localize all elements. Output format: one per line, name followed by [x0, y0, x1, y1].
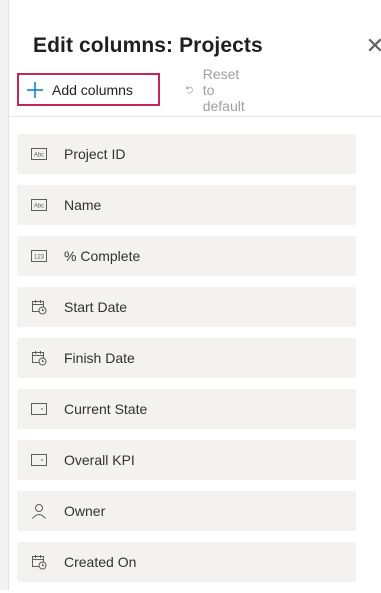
- column-label: Name: [64, 197, 102, 213]
- column-item-start-date[interactable]: Start Date: [17, 287, 356, 327]
- column-label: Current State: [64, 401, 148, 417]
- svg-text:123: 123: [34, 255, 45, 261]
- column-label: Project ID: [64, 146, 126, 162]
- number-type-icon: 123: [29, 246, 49, 266]
- calendar-clock-icon: [29, 348, 49, 368]
- choice-type-icon: [29, 399, 49, 419]
- undo-icon: [186, 86, 193, 94]
- column-item-created-on[interactable]: Created On: [17, 542, 356, 582]
- column-item-overall-kpi[interactable]: Overall KPI: [17, 440, 356, 480]
- column-label: Overall KPI: [64, 452, 135, 468]
- edit-columns-panel: Edit columns: Projects ✕ Add columns Res…: [9, 0, 381, 590]
- plus-icon: [27, 81, 43, 98]
- calendar-clock-icon: [29, 552, 49, 572]
- column-item-percent-complete[interactable]: 123 % Complete: [17, 236, 356, 276]
- background-edge: [0, 0, 9, 590]
- column-list: Abc Project ID Abc Name 123 % Complete S…: [17, 134, 356, 593]
- calendar-clock-icon: [29, 297, 49, 317]
- column-label: Created On: [64, 554, 137, 570]
- svg-text:Abc: Abc: [34, 153, 44, 159]
- svg-text:Abc: Abc: [34, 204, 44, 210]
- add-columns-button[interactable]: Add columns: [17, 73, 160, 106]
- column-label: Finish Date: [64, 350, 135, 366]
- column-label: Start Date: [64, 299, 128, 315]
- person-icon: [29, 501, 49, 521]
- column-item-project-id[interactable]: Abc Project ID: [17, 134, 356, 174]
- column-item-finish-date[interactable]: Finish Date: [17, 338, 356, 378]
- add-columns-label: Add columns: [52, 81, 133, 98]
- panel-title: Edit columns: Projects: [33, 34, 263, 57]
- column-label: % Complete: [64, 248, 141, 264]
- choice-type-icon: [29, 450, 49, 470]
- column-item-current-state[interactable]: Current State: [17, 389, 356, 429]
- reset-to-default-button[interactable]: Reset to default: [185, 66, 253, 114]
- divider: [9, 116, 381, 117]
- column-item-owner[interactable]: Owner: [17, 491, 356, 531]
- text-type-icon: Abc: [29, 195, 49, 215]
- reset-to-default-label: Reset to default: [202, 65, 245, 114]
- column-label: Owner: [64, 503, 106, 519]
- column-item-name[interactable]: Abc Name: [17, 185, 356, 225]
- close-icon[interactable]: ✕: [364, 35, 381, 57]
- text-type-icon: Abc: [29, 144, 49, 164]
